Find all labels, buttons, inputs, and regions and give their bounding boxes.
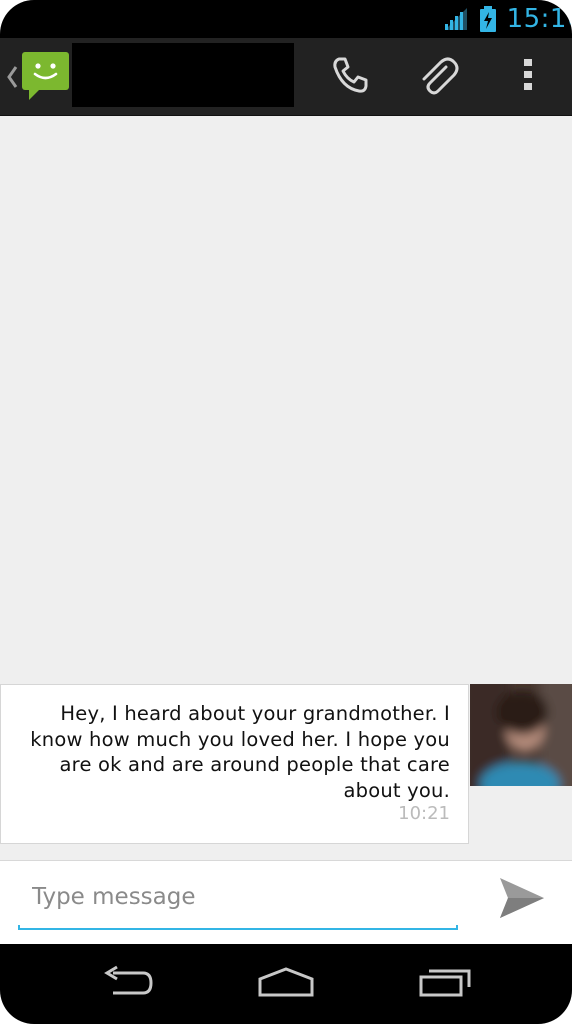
send-button[interactable] bbox=[492, 875, 552, 925]
contact-name-redacted[interactable] bbox=[72, 43, 294, 107]
home-button[interactable] bbox=[251, 962, 321, 1006]
up-chevron-icon[interactable] bbox=[6, 65, 18, 93]
call-button[interactable] bbox=[322, 52, 378, 102]
message-text: Hey, I heard about your grandmother. I k… bbox=[30, 702, 450, 802]
message-timestamp: 10:21 bbox=[398, 803, 450, 824]
message-bubble[interactable]: Hey, I heard about your grandmother. I k… bbox=[0, 684, 469, 844]
recents-icon bbox=[417, 965, 475, 1003]
navigation-bar bbox=[0, 944, 572, 1024]
overflow-menu-button[interactable] bbox=[508, 52, 548, 102]
attach-button[interactable] bbox=[408, 52, 468, 102]
send-icon bbox=[498, 876, 546, 924]
messaging-app-icon[interactable] bbox=[21, 50, 71, 106]
message-input[interactable] bbox=[18, 875, 458, 919]
input-underline bbox=[18, 925, 458, 930]
conversation-view[interactable]: Hey, I heard about your grandmother. I k… bbox=[0, 116, 572, 860]
signal-icon bbox=[443, 6, 469, 32]
battery-charging-icon bbox=[479, 5, 497, 33]
back-icon bbox=[99, 965, 155, 1003]
status-bar: 15:16 bbox=[0, 0, 572, 38]
phone-screen: 15:16 bbox=[0, 0, 572, 1024]
status-clock: 15:16 bbox=[506, 4, 572, 34]
contact-avatar[interactable] bbox=[470, 684, 572, 786]
back-button[interactable] bbox=[92, 962, 162, 1006]
phone-call-icon bbox=[330, 55, 370, 99]
compose-bar bbox=[0, 860, 572, 945]
home-icon bbox=[256, 965, 316, 1003]
attach-paperclip-icon bbox=[416, 53, 460, 101]
action-bar bbox=[0, 38, 572, 116]
overflow-menu-icon bbox=[522, 57, 534, 97]
recents-button[interactable] bbox=[411, 962, 481, 1006]
